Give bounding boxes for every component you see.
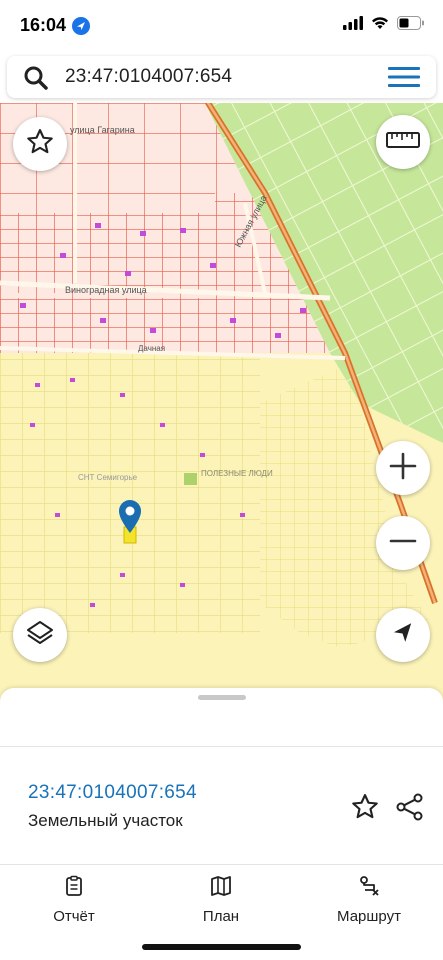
status-icons: [343, 16, 425, 35]
tab-report-label: Отчёт: [53, 908, 95, 925]
map-canvas[interactable]: улица Гагарина Виноградная улица Южная у…: [0, 103, 443, 703]
location-arrow-icon: [72, 17, 90, 35]
watermark-text: ПОЛЕЗНЫЕ ЛЮДИ: [201, 469, 273, 478]
battery-icon: [397, 16, 425, 35]
navigation-arrow-icon: [391, 621, 415, 650]
star-icon: [25, 127, 55, 162]
ruler-icon: [386, 131, 420, 154]
layers-button[interactable]: [13, 608, 67, 662]
map-view[interactable]: улица Гагарина Виноградная улица Южная у…: [0, 103, 443, 703]
cellular-signal-icon: [343, 16, 363, 35]
star-icon: [350, 794, 380, 826]
favorite-parcel-button[interactable]: [350, 792, 380, 827]
search-icon[interactable]: [23, 65, 49, 96]
wifi-icon: [371, 16, 389, 35]
street-label-gagarina: улица Гагарина: [70, 125, 135, 135]
status-time: 16:04: [20, 15, 67, 35]
tab-report[interactable]: Отчёт: [14, 875, 134, 925]
tab-route-label: Маршрут: [337, 908, 401, 925]
zoom-in-button[interactable]: [376, 441, 430, 495]
share-icon: [395, 793, 425, 826]
ruler-button[interactable]: [376, 115, 430, 169]
search-input[interactable]: 23:47:0104007:654: [65, 66, 232, 88]
plus-icon: [388, 451, 418, 486]
map-plan-icon: [210, 876, 232, 901]
street-label-dachnaya: Дачная: [138, 344, 165, 353]
home-indicator[interactable]: [142, 944, 301, 950]
status-bar: 16:04: [0, 0, 443, 52]
search-bar[interactable]: 23:47:0104007:654: [7, 56, 436, 98]
report-icon: [63, 875, 85, 901]
tab-route[interactable]: Маршрут: [309, 875, 429, 925]
favorite-map-button[interactable]: [13, 117, 67, 171]
sheet-drag-handle[interactable]: [198, 695, 246, 700]
minus-icon: [388, 526, 418, 561]
parcel-type: Земельный участок: [28, 811, 183, 830]
snt-label: СНТ Семигорье: [78, 473, 138, 482]
street-label-vinogradnaya: Виноградная улица: [65, 285, 147, 295]
route-icon: [358, 876, 380, 901]
tab-plan-label: План: [202, 908, 240, 925]
my-location-button[interactable]: [376, 608, 430, 662]
tab-plan[interactable]: План: [161, 875, 281, 925]
parcel-cadastral-number[interactable]: 23:47:0104007:654: [28, 782, 197, 804]
menu-icon[interactable]: [388, 67, 420, 92]
watermark-logo-icon: [184, 473, 197, 485]
zoom-out-button[interactable]: [376, 516, 430, 570]
share-button[interactable]: [395, 792, 425, 827]
layers-icon: [25, 618, 55, 653]
